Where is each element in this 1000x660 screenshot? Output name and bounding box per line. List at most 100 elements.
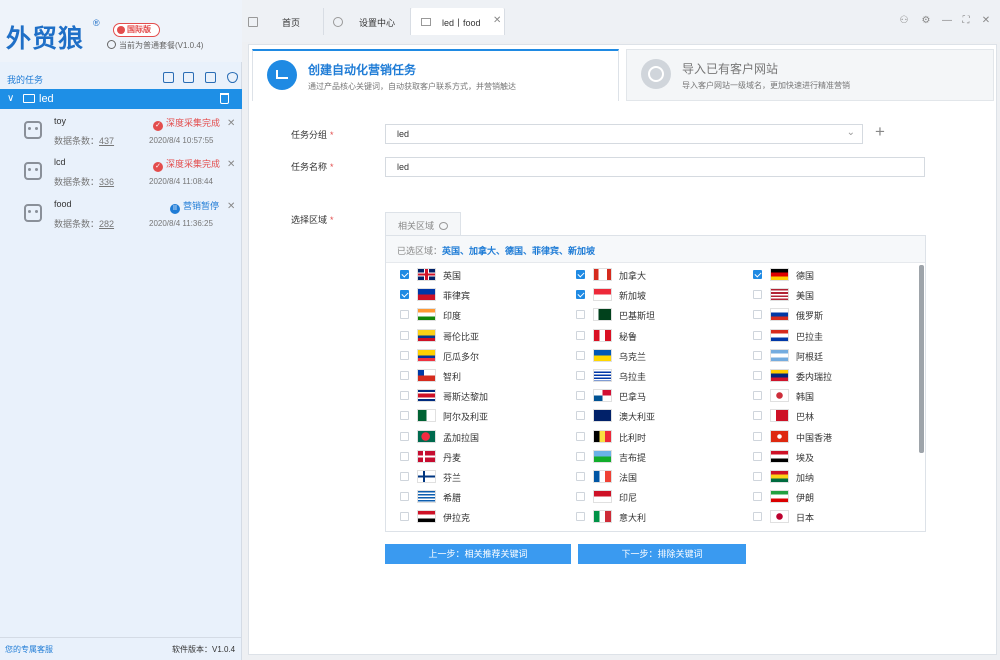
country-option-ec[interactable]: 厄瓜多尔 xyxy=(400,348,550,362)
country-checkbox[interactable] xyxy=(400,411,409,421)
country-checkbox[interactable] xyxy=(753,371,762,380)
country-checkbox[interactable] xyxy=(576,310,585,320)
country-option-pk[interactable]: 巴基斯坦 xyxy=(576,307,726,322)
country-checkbox[interactable] xyxy=(576,330,585,340)
country-option-hk[interactable]: 中国香港 xyxy=(753,429,903,443)
country-checkbox[interactable] xyxy=(576,451,585,461)
close-icon[interactable]: ✕ xyxy=(980,15,992,26)
country-checkbox[interactable] xyxy=(576,391,585,401)
country-checkbox[interactable] xyxy=(753,391,762,401)
close-icon[interactable]: ✕ xyxy=(227,118,235,129)
country-option-kr[interactable]: 韩国 xyxy=(753,388,903,403)
country-checkbox[interactable] xyxy=(753,310,762,320)
country-option-ir[interactable]: 伊朗 xyxy=(753,489,903,504)
country-checkbox[interactable] xyxy=(753,330,762,340)
country-option-eg[interactable]: 埃及 xyxy=(753,449,903,463)
close-icon[interactable]: ✕ xyxy=(493,15,501,26)
country-checkbox[interactable] xyxy=(400,310,409,320)
country-option-pe[interactable]: 秘鲁 xyxy=(576,328,726,342)
create-task-card[interactable]: 创建自动化营销任务 通过产品核心关键词，自动获取客户联系方式，并营销触达 xyxy=(252,49,619,101)
tab-home[interactable]: 首页 xyxy=(242,8,324,35)
country-option-au[interactable]: 澳大利亚 xyxy=(576,408,726,423)
country-checkbox[interactable] xyxy=(400,371,409,380)
customer-service-link[interactable]: 您的专属客服 xyxy=(5,644,53,655)
country-option-uy[interactable]: 乌拉圭 xyxy=(576,368,726,382)
country-option-us[interactable]: 美国 xyxy=(753,287,903,302)
country-checkbox[interactable] xyxy=(753,270,762,279)
country-option-uk[interactable]: 英国 xyxy=(400,267,550,281)
country-option-be[interactable]: 比利时 xyxy=(576,429,726,443)
add-group-button[interactable]: + xyxy=(875,122,885,142)
tab-settings[interactable]: 设置中心 xyxy=(324,8,411,35)
country-checkbox[interactable] xyxy=(753,451,762,461)
task-count-link[interactable]: 437 xyxy=(99,136,114,146)
country-checkbox[interactable] xyxy=(400,431,409,441)
country-checkbox[interactable] xyxy=(753,472,762,481)
country-checkbox[interactable] xyxy=(400,330,409,340)
task-item[interactable]: toy ✓ 深度采集完成 数据条数：437 2020/8/4 10:57:55 ✕ xyxy=(0,112,242,152)
country-option-gh[interactable]: 加纳 xyxy=(753,469,903,483)
country-checkbox[interactable] xyxy=(400,270,409,279)
country-checkbox[interactable] xyxy=(753,512,762,522)
country-option-dz[interactable]: 阿尔及利亚 xyxy=(400,408,550,423)
country-option-fi[interactable]: 芬兰 xyxy=(400,469,550,483)
import-site-card[interactable]: 导入已有客户网站 导入客户网站一级域名，更加快速进行精准营销 xyxy=(626,49,994,101)
country-checkbox[interactable] xyxy=(576,431,585,441)
country-option-ca[interactable]: 加拿大 xyxy=(576,267,726,281)
country-option-fr[interactable]: 法国 xyxy=(576,469,726,483)
country-option-gr[interactable]: 希腊 xyxy=(400,489,550,504)
country-checkbox[interactable] xyxy=(576,411,585,421)
country-checkbox[interactable] xyxy=(576,512,585,522)
country-option-bd[interactable]: 孟加拉国 xyxy=(400,429,550,443)
country-checkbox[interactable] xyxy=(400,391,409,401)
country-option-py[interactable]: 巴拉圭 xyxy=(753,328,903,342)
shield-icon[interactable] xyxy=(227,72,238,83)
country-option-co[interactable]: 哥伦比亚 xyxy=(400,328,550,342)
chevron-down-icon[interactable]: ∨ xyxy=(7,93,14,104)
trash-icon[interactable] xyxy=(220,93,229,104)
close-icon[interactable]: ✕ xyxy=(227,201,235,212)
country-option-ua[interactable]: 乌克兰 xyxy=(576,348,726,362)
task-group-led[interactable]: ∨ led xyxy=(0,89,242,109)
country-option-cr[interactable]: 哥斯达黎加 xyxy=(400,388,550,403)
task-item[interactable]: food II 营销暂停 数据条数：282 2020/8/4 11:36:25 ✕ xyxy=(0,195,242,235)
tab-related-regions[interactable]: 相关区域 xyxy=(385,212,461,236)
country-checkbox[interactable] xyxy=(576,472,585,481)
close-icon[interactable]: ✕ xyxy=(227,159,235,170)
country-checkbox[interactable] xyxy=(576,492,585,502)
country-checkbox[interactable] xyxy=(400,290,409,300)
country-option-iq[interactable]: 伊拉克 xyxy=(400,509,550,524)
gear-icon[interactable]: ⚙ xyxy=(920,15,932,26)
calendar-icon[interactable] xyxy=(163,72,174,83)
country-option-ph[interactable]: 菲律宾 xyxy=(400,287,550,302)
country-checkbox[interactable] xyxy=(753,290,762,300)
prev-step-button[interactable]: 上一步：相关推荐关键词 xyxy=(385,544,571,564)
export-icon[interactable] xyxy=(183,72,194,83)
user-icon[interactable]: ⚇ xyxy=(898,15,910,26)
country-option-ve[interactable]: 委内瑞拉 xyxy=(753,368,903,382)
country-option-bh[interactable]: 巴林 xyxy=(753,408,903,423)
country-option-pa[interactable]: 巴拿马 xyxy=(576,388,726,403)
country-checkbox[interactable] xyxy=(576,270,585,279)
country-checkbox[interactable] xyxy=(753,431,762,441)
tab-led-food[interactable]: led丨food ✕ xyxy=(411,8,505,35)
country-option-de[interactable]: 德国 xyxy=(753,267,903,281)
country-checkbox[interactable] xyxy=(576,371,585,380)
country-option-it[interactable]: 意大利 xyxy=(576,509,726,524)
country-checkbox[interactable] xyxy=(400,492,409,502)
task-count-link[interactable]: 282 xyxy=(99,219,114,229)
country-option-jp[interactable]: 日本 xyxy=(753,509,903,524)
task-name-input[interactable]: led xyxy=(385,157,925,177)
import-icon[interactable] xyxy=(205,72,216,83)
task-count-link[interactable]: 336 xyxy=(99,177,114,187)
country-option-cl[interactable]: 智利 xyxy=(400,368,550,382)
country-option-dk[interactable]: 丹麦 xyxy=(400,449,550,463)
country-checkbox[interactable] xyxy=(400,350,409,360)
country-checkbox[interactable] xyxy=(753,350,762,360)
country-checkbox[interactable] xyxy=(576,350,585,360)
country-checkbox[interactable] xyxy=(400,472,409,481)
task-item[interactable]: lcd ✓ 深度采集完成 数据条数：336 2020/8/4 11:08:44 ✕ xyxy=(0,153,242,193)
country-option-ar[interactable]: 阿根廷 xyxy=(753,348,903,362)
minimize-icon[interactable]: — xyxy=(941,15,953,26)
country-checkbox[interactable] xyxy=(576,290,585,300)
